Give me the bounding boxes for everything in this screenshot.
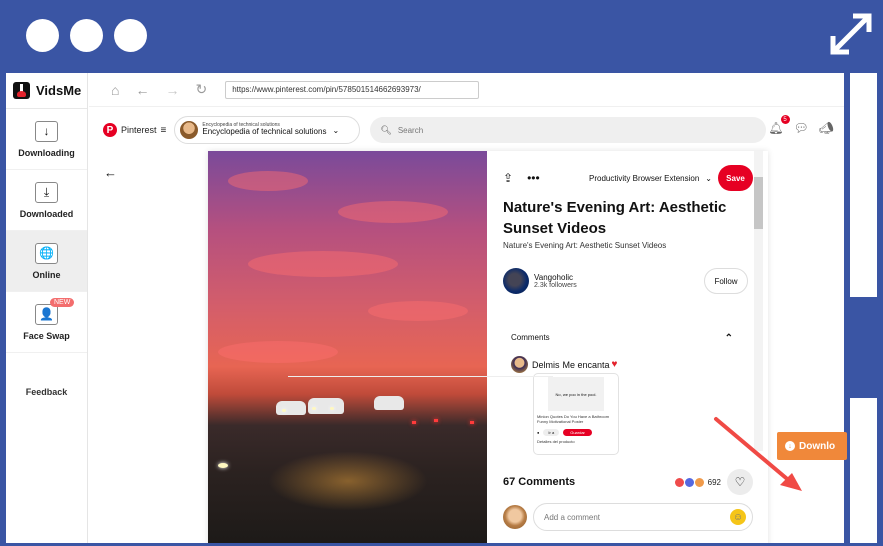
love-reaction-icon [674,477,684,487]
window-dot[interactable] [26,19,59,52]
pinterest-logo-icon[interactable]: P [103,123,117,137]
vidsme-logo-icon [13,82,30,99]
attachment-save-button[interactable]: Guardar [563,428,592,436]
laugh-reaction-icon [684,477,694,487]
attachment-go-button[interactable]: Ir a [543,428,560,436]
browser-toolbar: ⌂ ← → ↻ https://www.pinterest.com/pin/57… [89,73,844,107]
forward-icon[interactable]: → [165,82,179,98]
pin-title: Nature's Evening Art: Aesthetic Sunset V… [503,199,727,237]
window-dot[interactable] [70,19,103,52]
divider [288,376,553,377]
comment-text: Me encanta [562,359,610,370]
account-avatar [180,121,199,139]
comment-attachment[interactable]: No, we poo in the pool. Minion Quotes Do… [533,373,619,455]
url-input[interactable]: https://www.pinterest.com/pin/5785015146… [225,80,480,99]
download-button-label: Downlo [799,440,836,452]
attachment-title: Minion Quotes Do You Have a Bathroom Fun… [537,414,610,424]
menu-icon[interactable]: ≡ [161,125,167,136]
account-name: Encyclopedia of technical solutions [202,127,327,137]
chat-icon[interactable]: 💬︎ [794,121,809,135]
comment-input[interactable]: Add a comment ☺ [533,503,753,531]
comments-heading: Comments [511,333,550,342]
account-switcher[interactable]: Encyclopedia of technical solutions Ency… [174,116,361,144]
user-avatar [503,505,527,529]
bell-icon[interactable]: 🔔︎ 5 [768,115,790,135]
home-icon[interactable]: ⌂ [111,82,119,98]
sidebar-item-label: Online [32,269,61,280]
download-arrow-icon: ↓ [35,120,58,142]
new-badge: NEW [50,298,75,307]
pin-card: ⇪ ••• Productivity Browser Extension ⌄ S… [208,151,768,543]
search-placeholder: Search [397,125,424,135]
sidebar-item-downloading[interactable]: ↓ Downloading [6,109,87,170]
pin-video-image[interactable] [208,151,487,543]
sidebar-item-label: Downloading [18,147,75,158]
comments-header[interactable]: Comments ⌃ [511,333,733,344]
sidebar: VidsMe ↓ Downloading ⤓ Downloaded 🌐 Onli… [6,73,88,543]
brand: VidsMe [6,73,87,109]
sidebar-item-face-swap[interactable]: 👤 NEW Face Swap [6,292,87,353]
chevron-down-icon[interactable]: ⌄ [705,174,712,183]
back-arrow-icon[interactable]: ← [104,165,117,180]
search-icon: 🔍︎ [380,124,392,135]
creator-avatar[interactable] [503,268,529,294]
creator-followers: 2.3k followers [534,282,577,289]
pinterest-header: P Pinterest ≡ Encyclopedia of technical … [89,113,844,147]
save-button[interactable]: Save [718,165,753,191]
more-options-icon[interactable]: ••• [527,171,540,185]
download-button[interactable]: ↓ Downlo [777,432,847,460]
download-icon: ↓ [785,441,795,451]
reload-icon[interactable]: ↻ [195,81,207,98]
brand-name: VidsMe [36,83,82,98]
comment-placeholder: Add a comment [544,512,601,522]
pin-description: Nature's Evening Art: Aesthetic Sunset V… [503,241,667,250]
background-panel [850,73,877,297]
pinterest-logo-text[interactable]: Pinterest [121,125,157,135]
back-icon[interactable]: ← [135,82,149,98]
comment-author[interactable]: Delmis [532,360,560,370]
sidebar-item-label: Downloaded [19,208,74,219]
creator-row: Vangoholic 2.3k followers Follow [503,268,748,294]
expand-diagonal-icon[interactable] [829,12,873,56]
attachment-details: Detalles del producto [537,438,575,444]
attachment-image: No, we poo in the pool. [548,377,604,411]
search-input[interactable]: 🔍︎ Search [370,117,767,143]
scrollbar-thumb[interactable] [754,177,763,229]
window-dot[interactable] [114,19,147,52]
notification-badge: 5 [780,115,790,124]
megaphone-icon[interactable]: 📣︎ [819,121,834,135]
add-comment-row: Add a comment ☺ [503,503,753,531]
heart-icon: ♥ [611,359,618,370]
sidebar-item-downloaded[interactable]: ⤓ Downloaded [6,170,87,231]
window-dots [26,19,147,52]
follow-button[interactable]: Follow [704,268,748,294]
share-icon[interactable]: ⇪ [503,171,513,185]
comment-item: Delmis Me encanta ♥ [511,356,617,373]
board-selector[interactable]: Productivity Browser Extension [589,174,699,183]
chevron-down-icon: ⌄ [332,125,340,135]
creator-name[interactable]: Vangoholic [534,273,577,282]
commenter-avatar[interactable] [511,356,528,373]
comments-count: 67 Comments [503,476,576,488]
emoji-icon[interactable]: ☺ [730,509,746,525]
sidebar-item-online[interactable]: 🌐 Online [6,231,87,292]
download-tray-icon: ⤓ [35,181,58,203]
chevron-up-icon[interactable]: ⌃ [725,333,733,344]
background-panel [850,398,877,543]
sidebar-item-label: Face Swap [23,330,70,341]
pinterest-small-icon: ● [537,429,540,435]
globe-icon: 🌐 [35,242,58,264]
feedback-link[interactable]: Feedback [6,387,87,397]
